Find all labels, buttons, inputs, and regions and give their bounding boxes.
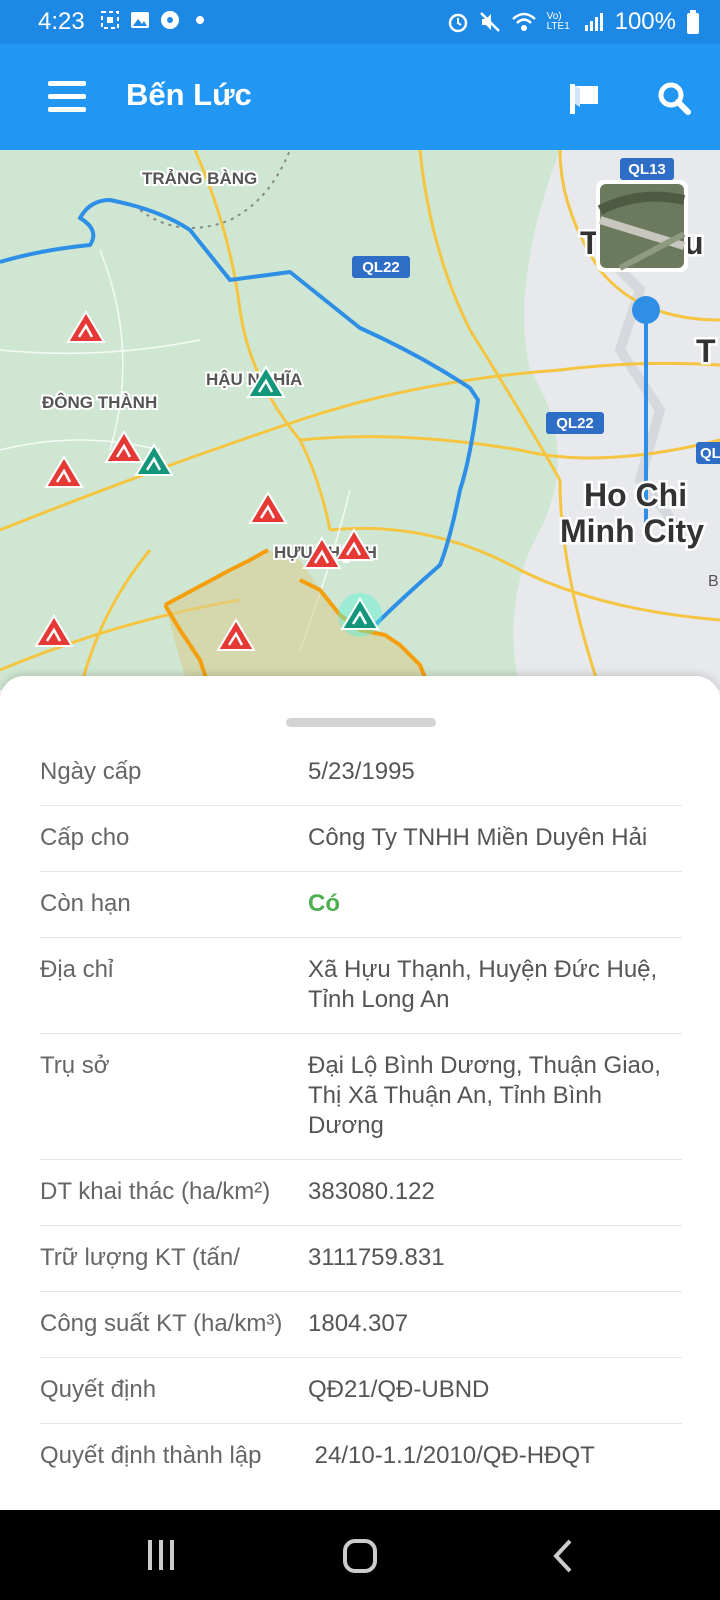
map-label-city-line1: Ho Chi [584,477,687,513]
back-icon[interactable] [548,1538,578,1574]
gallery-icon [130,10,150,30]
detail-row-valid: Còn hạn Có [40,872,682,938]
map-label-edge-t2: T [696,333,716,369]
search-icon[interactable] [656,80,692,116]
screenshot-icon [100,10,120,30]
detail-value: 5/23/1995 [308,758,415,785]
detail-value: Công Ty TNHH Miền Duyên Hải [308,824,648,851]
detail-value: 1804.307 [308,1310,409,1337]
detail-row-issue-date: Ngày cấp 5/23/1995 [40,740,682,806]
detail-label: Trụ sở [40,1052,110,1079]
detail-value: Xã Hựu Thạnh, Huyện Đức Huệ, Tỉnh Long A… [308,956,658,1013]
mining-site-selected-icon[interactable] [338,593,382,637]
status-time: 4:23 [38,8,85,35]
map-view[interactable]: QL22 QL22 QL13 QL TRẢNG BÀNG HẬU NGHĨA Đ… [0,150,720,690]
detail-value: 24/10-1.1/2010/QĐ-HĐQT [308,1442,595,1469]
detail-label: Quyết định thành lập [40,1442,262,1469]
satellite-thumbnail[interactable] [596,180,688,272]
detail-label: Còn hạn [40,890,131,917]
alarm-icon [448,13,467,33]
detail-row-address: Địa chỉ Xã Hựu Thạnh, Huyện Đức Huệ, Tỉn… [40,938,682,1034]
battery-icon [687,10,699,34]
detail-value: Đại Lộ Bình Dương, Thuận Giao, Thị Xã Th… [308,1052,661,1139]
page-title: Bến Lức [126,77,252,112]
detail-value-valid-status: Có [308,890,340,917]
map-canvas[interactable]: QL22 QL22 QL13 QL TRẢNG BÀNG HẬU NGHĨA Đ… [0,150,720,690]
recent-apps-icon[interactable] [144,1538,178,1572]
battery-percent: 100% [614,8,676,35]
system-nav-bar [0,1510,720,1600]
flag-icon[interactable] [566,80,602,116]
detail-label: Công suất KT (ha/km³) [40,1310,283,1337]
drag-handle[interactable] [286,718,436,727]
signal-icon [584,13,603,31]
detail-value: 3111759.831 [308,1244,445,1271]
wifi-icon [511,12,536,31]
detail-row-capacity: Công suất KT (ha/km³) 1804.307 [40,1292,682,1358]
detail-row-mining-area: DT khai thác (ha/km²) 383080.122 [40,1160,682,1226]
map-label-edge-b: B [708,573,719,590]
detail-row-reserves: Trữ lượng KT (tấn/ 3111759.831 [40,1226,682,1292]
home-icon[interactable] [342,1538,378,1574]
menu-icon[interactable] [48,81,86,113]
detail-row-decision: Quyết định QĐ21/QĐ-UBND [40,1358,682,1424]
road-label-ql-edge: QL [700,445,720,462]
mute-icon [479,12,500,32]
detail-row-issued-to: Cấp cho Công Ty TNHH Miền Duyên Hải [40,806,682,872]
details-sheet: Ngày cấp 5/23/1995 Cấp cho Công Ty TNHH … [0,676,720,1510]
soccer-ball-icon [160,10,180,30]
status-bar: 4:23 Vo) LTE1 100% [0,0,720,44]
road-label-ql22-b: QL22 [556,415,594,432]
detail-row-headquarters: Trụ sở Đại Lộ Bình Dương, Thuận Giao, Th… [40,1034,682,1160]
detail-label: Trữ lượng KT (tấn/ [40,1244,240,1271]
detail-row-establishment-decision: Quyết định thành lập 24/10-1.1/2010/QĐ-H… [40,1424,682,1489]
road-label-ql22-a: QL22 [362,259,400,276]
dot-icon [190,10,210,30]
detail-label: Địa chỉ [40,956,114,983]
network-type: Vo) LTE1 [546,11,570,32]
detail-value: QĐ21/QĐ-UBND [308,1376,490,1403]
road-label-ql13: QL13 [628,161,666,178]
notification-icons [100,10,210,30]
detail-label: Quyết định [40,1376,157,1403]
detail-value: 383080.122 [308,1178,435,1205]
detail-label: DT khai thác (ha/km²) [40,1178,271,1205]
status-right: Vo) LTE1 100% [447,8,700,36]
app-bar: Bến Lức [0,44,720,150]
map-label-city-line2: Minh City [560,513,704,549]
detail-label: Ngày cấp [40,758,142,785]
map-label-dong-thanh: ĐÔNG THÀNH [42,393,157,412]
detail-label: Cấp cho [40,824,130,851]
details-table: Ngày cấp 5/23/1995 Cấp cho Công Ty TNHH … [40,740,682,1489]
map-label-trang-bang: TRẢNG BÀNG [142,169,257,188]
